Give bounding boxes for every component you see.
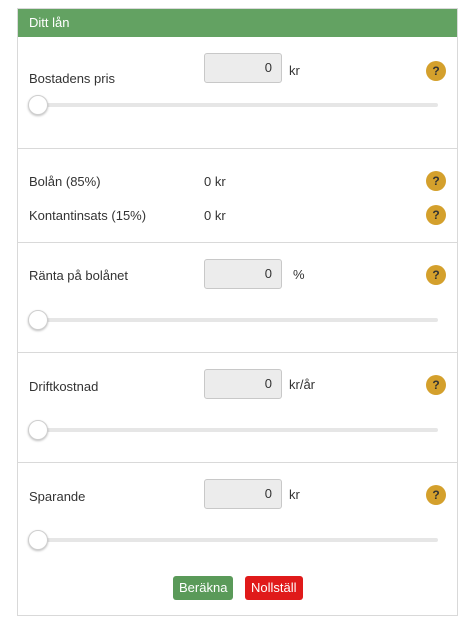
mortgage-help-icon[interactable]: ? <box>426 171 446 191</box>
cash-deposit-help-icon[interactable]: ? <box>426 205 446 225</box>
cash-deposit-label: Kontantinsats (15%) <box>29 208 147 223</box>
operating-cost-slider-handle[interactable] <box>28 420 48 440</box>
savings-input[interactable]: 0 <box>204 479 282 509</box>
rate-unit: % <box>293 267 305 282</box>
savings-slider[interactable] <box>28 530 438 550</box>
savings-help-icon[interactable]: ? <box>426 485 446 505</box>
price-label: Bostadens pris <box>29 71 115 86</box>
savings-section: Sparande 0 kr ? <box>18 462 457 617</box>
savings-label: Sparande <box>29 489 86 504</box>
rate-section: Ränta på bolånet 0 % ? <box>18 242 457 352</box>
operating-cost-label: Driftkostnad <box>29 379 99 394</box>
rate-slider[interactable] <box>28 310 438 330</box>
price-slider-handle[interactable] <box>28 95 48 115</box>
rate-input[interactable]: 0 <box>204 259 282 289</box>
savings-unit: kr <box>289 487 300 502</box>
operating-cost-section: Driftkostnad 0 kr/år ? <box>18 352 457 462</box>
mortgage-label: Bolån (85%) <box>29 174 101 189</box>
panel-title: Ditt lån <box>18 9 457 37</box>
price-slider[interactable] <box>28 95 438 115</box>
price-help-icon[interactable]: ? <box>426 61 446 81</box>
loan-summary-section: Bolån (85%) 0 kr ? Kontantinsats (15%) 0… <box>18 148 457 242</box>
rate-help-icon[interactable]: ? <box>426 265 446 285</box>
rate-label: Ränta på bolånet <box>29 268 129 283</box>
reset-button[interactable]: Nollställ <box>245 576 303 600</box>
price-input[interactable]: 0 <box>204 53 282 83</box>
operating-cost-slider[interactable] <box>28 420 438 440</box>
operating-cost-help-icon[interactable]: ? <box>426 375 446 395</box>
mortgage-value: 0 kr <box>204 174 226 189</box>
price-unit: kr <box>289 63 300 78</box>
loan-calculator-panel: Ditt lån Bostadens pris 0 kr ? Bolån (85… <box>17 8 458 616</box>
price-section: Bostadens pris 0 kr ? <box>18 37 457 148</box>
operating-cost-input[interactable]: 0 <box>204 369 282 399</box>
calculate-button[interactable]: Beräkna <box>173 576 234 600</box>
cash-deposit-value: 0 kr <box>204 208 226 223</box>
operating-cost-unit: kr/år <box>289 377 315 392</box>
savings-slider-handle[interactable] <box>28 530 48 550</box>
rate-slider-handle[interactable] <box>28 310 48 330</box>
